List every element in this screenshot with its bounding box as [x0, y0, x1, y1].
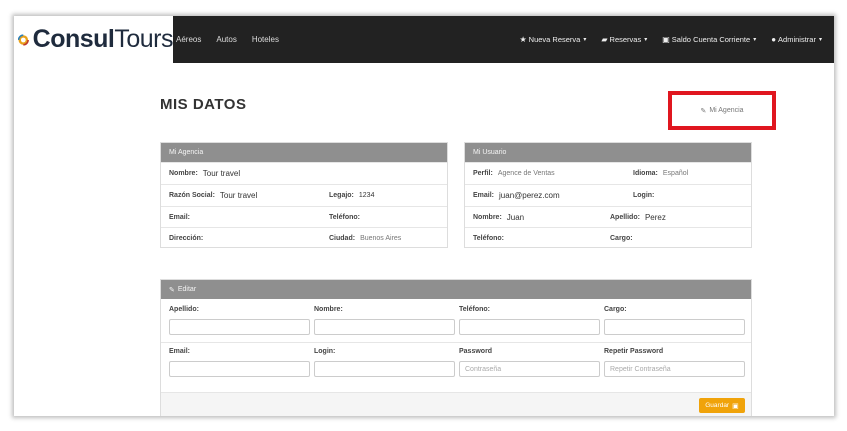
nav-right-menu: ★ Nueva Reserva ▾ ▰ Reservas ▾ ▣ Saldo C… [504, 16, 822, 63]
email-label: Email: [169, 214, 191, 221]
telefono-input[interactable] [459, 319, 600, 335]
agencia-nombre: Tour travel [202, 169, 241, 178]
field-repetir-password: Repetir Password Repetir Contraseña [604, 348, 745, 377]
usuario-row-telefono: Teléfono: Cargo: [465, 227, 751, 249]
app-window: ConsulTours Aéreos Autos Hoteles ★ Nueva… [14, 16, 834, 416]
agencia-panel: Mi Agencia Nombre: Tour travel Razón Soci… [160, 142, 448, 248]
field-login: Login: [314, 348, 455, 377]
nombre-label: Nombre: [473, 214, 502, 221]
cargo-input[interactable] [604, 319, 745, 335]
telefono-label: Teléfono: [329, 214, 360, 221]
nav-link-autos[interactable]: Autos [216, 35, 236, 44]
briefcase-icon: ▰ [601, 35, 608, 44]
usuario-email: juan@perez.com [499, 191, 560, 200]
agencia-legajo: 1234 [358, 192, 375, 199]
legajo-label: Legajo: [329, 192, 354, 199]
money-icon: ▣ [662, 35, 670, 44]
usuario-apellido: Perez [644, 213, 666, 222]
usuario-panel: Mi Usuario Perfil: Agence de Ventas Idiom… [464, 142, 752, 248]
page-title: MIS DATOS [160, 96, 247, 113]
user-icon: ● [771, 35, 777, 44]
agencia-row-email: Email: Teléfono: [161, 206, 447, 228]
editar-panel: ✎ Editar Apellido: Nombre: Teléfono: Car… [160, 279, 752, 416]
email-label: Email: [473, 192, 495, 199]
mi-agencia-button[interactable]: ✎ Mi Agencia [668, 91, 776, 130]
login-label: Login: [633, 192, 655, 199]
apellido-input[interactable] [169, 319, 310, 335]
chevron-down-icon: ▾ [753, 37, 757, 43]
save-icon: ▣ [732, 402, 739, 410]
nav-link-aereos[interactable]: Aéreos [176, 35, 201, 44]
repetir-password-input[interactable]: Repetir Contraseña [604, 361, 745, 377]
direccion-label: Dirección: [169, 235, 204, 242]
field-nombre: Nombre: [314, 306, 455, 335]
logo[interactable]: ConsulTours [14, 16, 173, 63]
password-input[interactable]: Contraseña [459, 361, 600, 377]
field-telefono: Teléfono: [459, 306, 600, 335]
idioma-label: Idioma: [633, 170, 658, 177]
usuario-perfil: Agence de Ventas [497, 170, 555, 177]
chevron-down-icon: ▾ [818, 37, 822, 43]
top-navbar: ConsulTours Aéreos Autos Hoteles ★ Nueva… [14, 16, 834, 63]
nav-menu-reservas[interactable]: ▰ Reservas ▾ [601, 35, 647, 44]
apellido-label: Apellido: [610, 214, 640, 221]
nav-menu-saldo[interactable]: ▣ Saldo Cuenta Corriente ▾ [662, 35, 756, 44]
usuario-idioma: Español [662, 170, 689, 177]
logo-icon [18, 33, 29, 46]
cargo-label: Cargo: [610, 235, 633, 242]
nombre-input[interactable] [314, 319, 455, 335]
edit-icon: ✎ [169, 286, 175, 294]
perfil-label: Perfil: [473, 170, 493, 177]
field-email: Email: [169, 348, 310, 377]
agencia-panel-header: Mi Agencia [161, 143, 447, 162]
editar-panel-header: ✎ Editar [161, 280, 751, 299]
nombre-label: Nombre: [169, 170, 198, 177]
agencia-ciudad: Buenos Aires [360, 235, 402, 242]
guardar-button[interactable]: Guardar ▣ [699, 398, 745, 413]
agencia-row-direccion: Dirección: Ciudad: Buenos Aires [161, 227, 447, 249]
telefono-label: Teléfono: [473, 235, 504, 242]
field-apellido: Apellido: [169, 306, 310, 335]
agencia-razon: Tour travel [219, 191, 258, 200]
usuario-nombre: Juan [506, 213, 525, 222]
usuario-row-perfil: Perfil: Agence de Ventas Idioma: Español [465, 162, 751, 184]
chevron-down-icon: ▾ [583, 37, 587, 43]
razon-label: Razón Social: [169, 192, 215, 199]
nav-menu-administrar[interactable]: ● Administrar ▾ [771, 35, 822, 44]
edit-icon: ✎ [700, 107, 707, 115]
nav-link-hoteles[interactable]: Hoteles [252, 35, 279, 44]
ciudad-label: Ciudad: [329, 235, 356, 242]
field-cargo: Cargo: [604, 306, 745, 335]
usuario-row-nombre: Nombre: Juan Apellido: Perez [465, 206, 751, 228]
logo-text: ConsulTours [32, 25, 174, 53]
usuario-row-email: Email: juan@perez.com Login: [465, 184, 751, 206]
agencia-row-nombre: Nombre: Tour travel [161, 162, 447, 184]
login-input[interactable] [314, 361, 455, 377]
field-password: Password Contraseña [459, 348, 600, 377]
editar-footer: Guardar ▣ [161, 392, 751, 416]
agencia-row-razon: Razón Social: Tour travel Legajo: 1234 [161, 184, 447, 206]
nav-left-links: Aéreos Autos Hoteles [176, 16, 294, 63]
nav-menu-nueva-reserva[interactable]: ★ Nueva Reserva ▾ [519, 35, 586, 44]
chevron-down-icon: ▾ [644, 37, 648, 43]
star-icon: ★ [519, 35, 527, 44]
usuario-panel-header: Mi Usuario [465, 143, 751, 162]
email-input[interactable] [169, 361, 310, 377]
divider [161, 342, 751, 343]
